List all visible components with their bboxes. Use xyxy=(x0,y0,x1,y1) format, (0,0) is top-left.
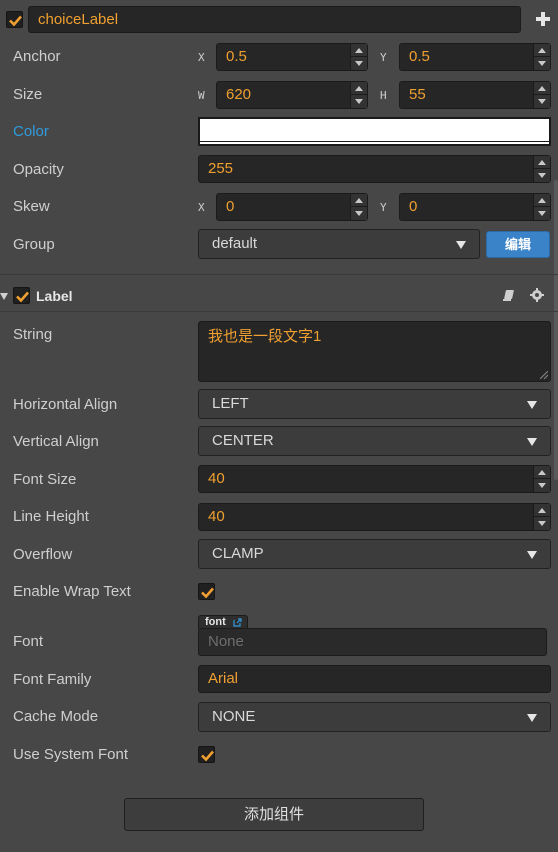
resize-handle-icon[interactable] xyxy=(540,371,548,379)
group-label: Group xyxy=(13,236,55,253)
font-asset-tag: font xyxy=(198,615,248,629)
group-select[interactable]: default xyxy=(198,229,480,259)
dropdown-arrow-icon xyxy=(527,551,537,559)
anchor-label: Anchor xyxy=(13,48,61,65)
font-family-label: Font Family xyxy=(13,671,92,688)
vertical-align-value: CENTER xyxy=(212,432,274,449)
anchor-y-stepper[interactable] xyxy=(533,44,550,70)
font-size-input[interactable]: 40 xyxy=(198,465,551,493)
use-system-font-label: Use System Font xyxy=(13,746,129,763)
font-family-value: Arial xyxy=(208,670,239,687)
cache-mode-value: NONE xyxy=(212,708,256,725)
size-w-input[interactable]: 620 xyxy=(216,81,368,109)
opacity-label: Opacity xyxy=(13,161,64,178)
size-w-axis: W xyxy=(198,89,205,102)
vertical-align-label: Vertical Align xyxy=(13,433,99,450)
vertical-align-select[interactable]: CENTER xyxy=(198,426,551,456)
check-icon xyxy=(201,587,214,599)
size-label: Size xyxy=(13,86,43,103)
color-picker[interactable] xyxy=(198,117,551,146)
dropdown-arrow-icon xyxy=(456,241,466,249)
node-name-input[interactable]: choiceLabel xyxy=(28,6,521,33)
anchor-x-axis: X xyxy=(198,51,205,64)
line-height-value: 40 xyxy=(208,508,225,525)
group-edit-button[interactable]: 编辑 xyxy=(486,231,550,258)
overflow-value: CLAMP xyxy=(212,545,264,562)
font-asset-placeholder: None xyxy=(208,633,244,650)
size-w-value: 620 xyxy=(226,86,252,103)
cache-mode-label: Cache Mode xyxy=(13,708,99,725)
string-label: String xyxy=(13,326,53,343)
collapse-triangle-icon[interactable] xyxy=(0,293,8,300)
skew-y-stepper[interactable] xyxy=(533,194,550,220)
skew-x-input[interactable]: 0 xyxy=(216,193,368,221)
skew-y-value: 0 xyxy=(409,198,418,215)
node-active-checkbox[interactable] xyxy=(6,11,23,28)
skew-y-axis: Y xyxy=(380,201,387,214)
use-system-font-checkbox[interactable] xyxy=(198,746,215,763)
size-h-value: 55 xyxy=(409,86,426,103)
section-divider xyxy=(0,274,558,275)
size-w-stepper[interactable] xyxy=(350,82,367,108)
horizontal-align-select[interactable]: LEFT xyxy=(198,389,551,419)
font-size-label: Font Size xyxy=(13,471,77,488)
group-value: default xyxy=(212,235,258,252)
dropdown-arrow-icon xyxy=(527,714,537,722)
font-size-stepper[interactable] xyxy=(533,466,550,492)
skew-label: Skew xyxy=(13,198,50,215)
anchor-y-value: 0.5 xyxy=(409,48,430,65)
font-label: Font xyxy=(13,633,44,650)
horizontal-align-value: LEFT xyxy=(212,395,249,412)
font-size-value: 40 xyxy=(208,470,225,487)
cache-mode-select[interactable]: NONE xyxy=(198,702,551,732)
line-height-label: Line Height xyxy=(13,508,89,525)
color-label: Color xyxy=(13,123,49,140)
anchor-y-axis: Y xyxy=(380,51,387,64)
external-link-icon[interactable] xyxy=(233,618,242,627)
line-height-stepper[interactable] xyxy=(533,504,550,530)
skew-x-value: 0 xyxy=(226,198,235,215)
dropdown-arrow-icon xyxy=(527,438,537,446)
enable-wrap-text-label: Enable Wrap Text xyxy=(13,583,131,600)
line-height-input[interactable]: 40 xyxy=(198,503,551,531)
size-h-input[interactable]: 55 xyxy=(399,81,551,109)
font-asset-field[interactable]: None xyxy=(198,628,547,656)
font-family-input[interactable]: Arial xyxy=(198,665,551,693)
anchor-x-stepper[interactable] xyxy=(350,44,367,70)
skew-y-input[interactable]: 0 xyxy=(399,193,551,221)
section-divider xyxy=(0,311,558,312)
size-h-stepper[interactable] xyxy=(533,82,550,108)
opacity-stepper[interactable] xyxy=(533,156,550,182)
enable-wrap-text-checkbox[interactable] xyxy=(198,583,215,600)
gear-icon[interactable] xyxy=(530,288,544,302)
opacity-value: 255 xyxy=(208,160,234,177)
skew-x-stepper[interactable] xyxy=(350,194,367,220)
opacity-input[interactable]: 255 xyxy=(198,155,551,183)
string-textarea[interactable]: 我也是一段文字1 xyxy=(198,321,551,382)
component-title: Label xyxy=(36,288,73,304)
string-value: 我也是一段文字1 xyxy=(208,328,322,345)
overflow-select[interactable]: CLAMP xyxy=(198,539,551,569)
size-h-axis: H xyxy=(380,89,387,102)
scrollbar[interactable] xyxy=(554,180,558,480)
anchor-x-value: 0.5 xyxy=(226,48,247,65)
label-enabled-checkbox[interactable] xyxy=(13,287,30,304)
dropdown-arrow-icon xyxy=(527,401,537,409)
overflow-label: Overflow xyxy=(13,546,73,563)
book-icon[interactable] xyxy=(503,290,514,301)
add-component-button[interactable]: 添加组件 xyxy=(124,798,424,831)
anchor-y-input[interactable]: 0.5 xyxy=(399,43,551,71)
check-icon xyxy=(201,750,214,762)
anchor-x-input[interactable]: 0.5 xyxy=(216,43,368,71)
font-asset-tag-text: font xyxy=(205,616,226,628)
check-icon xyxy=(16,291,29,303)
skew-x-axis: X xyxy=(198,201,205,214)
add-icon[interactable] xyxy=(536,12,550,26)
check-icon xyxy=(9,15,22,27)
horizontal-align-label: Horizontal Align xyxy=(13,396,118,413)
